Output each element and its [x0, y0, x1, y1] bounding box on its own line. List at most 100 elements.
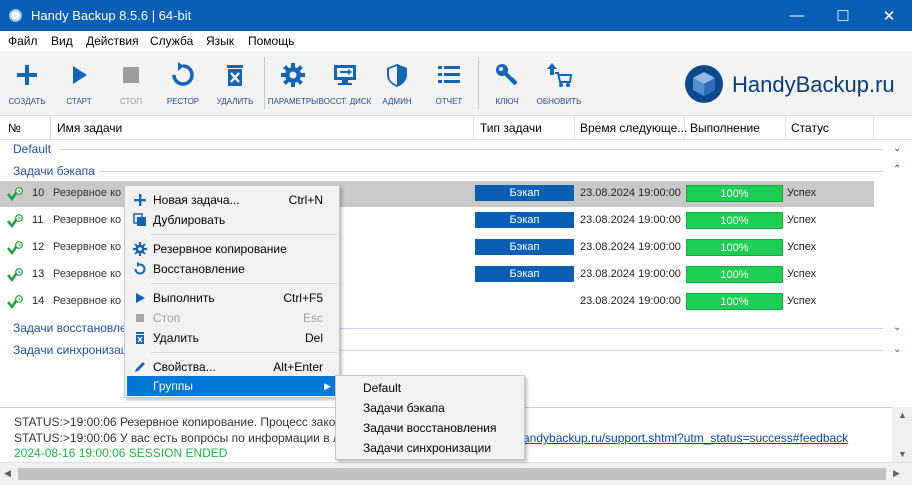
trash-icon — [136, 332, 144, 344]
chevron-down-icon[interactable]: ⌄ — [893, 322, 903, 333]
horizontal-scrollbar[interactable]: ◀ ▶ — [0, 462, 912, 485]
group-restore[interactable]: Задачи восстановле — [13, 321, 127, 335]
task-name: Резервное ко — [53, 295, 122, 307]
column-divider[interactable] — [50, 116, 51, 140]
submenu-item-sync[interactable]: Задачи синхронизации — [363, 441, 491, 455]
menu-item-stop[interactable]: Стоп Esc — [127, 308, 337, 328]
maximize-button[interactable]: ☐ — [820, 0, 866, 31]
scroll-left-arrow-icon[interactable]: ◀ — [4, 468, 11, 479]
task-next-time: 23.08.2024 19:00:00 — [580, 241, 681, 253]
column-name[interactable]: Имя задачи — [57, 121, 122, 135]
menu-item-run[interactable]: Выполнить Ctrl+F5 — [127, 288, 337, 308]
menu-separator — [151, 283, 337, 284]
menu-item-groups[interactable]: Группы ▶ — [127, 376, 337, 396]
column-progress[interactable]: Выполнение — [690, 121, 760, 135]
menu-item-properties[interactable]: Свойства... Alt+Enter — [127, 357, 337, 377]
context-menu: Новая задача... Ctrl+N Дублировать Резер… — [124, 185, 340, 398]
task-type-badge: Бэкап — [475, 266, 574, 282]
scroll-down-arrow-icon[interactable]: ▼ — [898, 449, 907, 459]
scroll-right-arrow-icon[interactable]: ▶ — [893, 468, 900, 479]
task-next-time: 23.08.2024 19:00:00 — [580, 268, 681, 280]
task-number: 14 — [32, 295, 45, 307]
menu-item-new-task[interactable]: Новая задача... Ctrl+N — [127, 190, 337, 210]
delete-button[interactable]: УДАЛИТЬ — [208, 51, 262, 115]
success-check-icon — [7, 268, 23, 282]
chevron-down-icon[interactable]: ⌄ — [893, 143, 903, 154]
submenu-item-restore[interactable]: Задачи восстановления — [363, 421, 496, 435]
chevron-up-icon[interactable]: ⌃ — [893, 164, 903, 175]
submenu-item-default[interactable]: Default — [363, 381, 401, 395]
menu-help[interactable]: Помощь — [248, 34, 294, 48]
group-sync[interactable]: Задачи синхронизаци — [13, 343, 134, 357]
task-status: Успех — [787, 268, 817, 280]
gear-icon — [133, 242, 147, 256]
scroll-thumb[interactable] — [18, 468, 886, 480]
task-name: Резервное ко — [53, 268, 122, 280]
plus-icon — [17, 65, 37, 85]
task-status: Успех — [787, 187, 817, 199]
gear-icon — [281, 63, 305, 87]
menu-view[interactable]: Вид — [51, 34, 73, 48]
menu-file[interactable]: Файл — [8, 34, 38, 48]
column-type[interactable]: Тип задачи — [480, 121, 542, 135]
task-status: Успех — [787, 214, 817, 226]
submenu-item-backup[interactable]: Задачи бэкапа — [363, 401, 445, 415]
group-divider-line — [100, 171, 883, 172]
vertical-scrollbar[interactable]: ▲ ▼ — [892, 407, 912, 462]
task-progress-bar: 100% — [686, 212, 783, 229]
title-bar: Handy Backup 8.5.6 | 64-bit — ☐ ✕ — [0, 0, 912, 31]
success-check-icon — [7, 295, 23, 309]
column-status[interactable]: Статус — [791, 121, 829, 135]
update-button[interactable]: ОБНОВИТЬ — [532, 51, 586, 115]
task-type-badge: Бэкап — [475, 185, 574, 201]
report-button[interactable]: ОТЧЕТ — [422, 51, 476, 115]
menu-item-restore[interactable]: Восстановление — [127, 259, 337, 279]
menu-bar: Файл Вид Действия Служба Язык Помощь — [0, 31, 912, 51]
app-icon — [9, 9, 22, 22]
cart-icon — [547, 63, 573, 87]
menu-service[interactable]: Служба — [150, 34, 193, 48]
log-line: STATUS:>19:00:06 У вас есть вопросы по и… — [14, 431, 347, 445]
column-next-time[interactable]: Время следующе... — [580, 121, 687, 135]
menu-item-backup[interactable]: Резервное копирование — [127, 239, 337, 259]
task-number: 12 — [32, 241, 45, 253]
play-icon — [73, 66, 87, 84]
close-button[interactable]: ✕ — [866, 0, 912, 31]
group-divider-line — [60, 149, 883, 150]
menu-item-delete[interactable]: Удалить Del — [127, 328, 337, 348]
group-divider-line — [340, 350, 883, 351]
task-name: Резервное ко — [53, 241, 122, 253]
task-next-time: 23.08.2024 19:00:00 — [580, 214, 681, 226]
group-default[interactable]: Default — [13, 142, 51, 156]
restore-icon — [134, 262, 146, 275]
groups-submenu: Default Задачи бэкапа Задачи восстановле… — [335, 375, 525, 460]
task-progress-bar: 100% — [686, 266, 783, 283]
column-number[interactable]: № — [8, 121, 21, 135]
menu-language[interactable]: Язык — [206, 34, 234, 48]
column-divider[interactable] — [785, 116, 786, 140]
task-progress-bar: 100% — [686, 185, 783, 202]
scroll-up-arrow-icon[interactable]: ▲ — [898, 410, 907, 420]
task-type-badge: Бэкап — [475, 212, 574, 228]
column-divider[interactable] — [574, 116, 575, 140]
group-backup[interactable]: Задачи бэкапа — [13, 164, 95, 178]
task-number: 11 — [32, 214, 44, 226]
trash-icon — [227, 65, 243, 86]
column-divider[interactable] — [684, 116, 685, 140]
task-status: Успех — [787, 241, 817, 253]
column-divider[interactable] — [873, 116, 874, 140]
support-link[interactable]: andybackup.ru/support.shtml?utm_status=s… — [523, 431, 848, 445]
menu-actions[interactable]: Действия — [86, 34, 139, 48]
plus-icon — [134, 194, 146, 206]
chevron-down-icon[interactable]: ⌄ — [893, 344, 903, 355]
log-session-ended: 2024-08-16 19:00:06 SESSION ENDED — [14, 446, 228, 460]
menu-item-duplicate[interactable]: Дублировать — [127, 210, 337, 230]
toolbar: СОЗДАТЬ СТАРТ СТОП РЕСТОР УДАЛИТЬ ПАРАМЕ… — [0, 51, 912, 116]
table-header: № Имя задачи Тип задачи Время следующе..… — [0, 116, 912, 140]
menu-separator — [151, 352, 337, 353]
success-check-icon — [7, 241, 23, 255]
minimize-button[interactable]: — — [774, 0, 820, 31]
cube-logo-icon — [685, 65, 723, 103]
column-divider[interactable] — [473, 116, 474, 140]
task-status: Успех — [787, 295, 817, 307]
